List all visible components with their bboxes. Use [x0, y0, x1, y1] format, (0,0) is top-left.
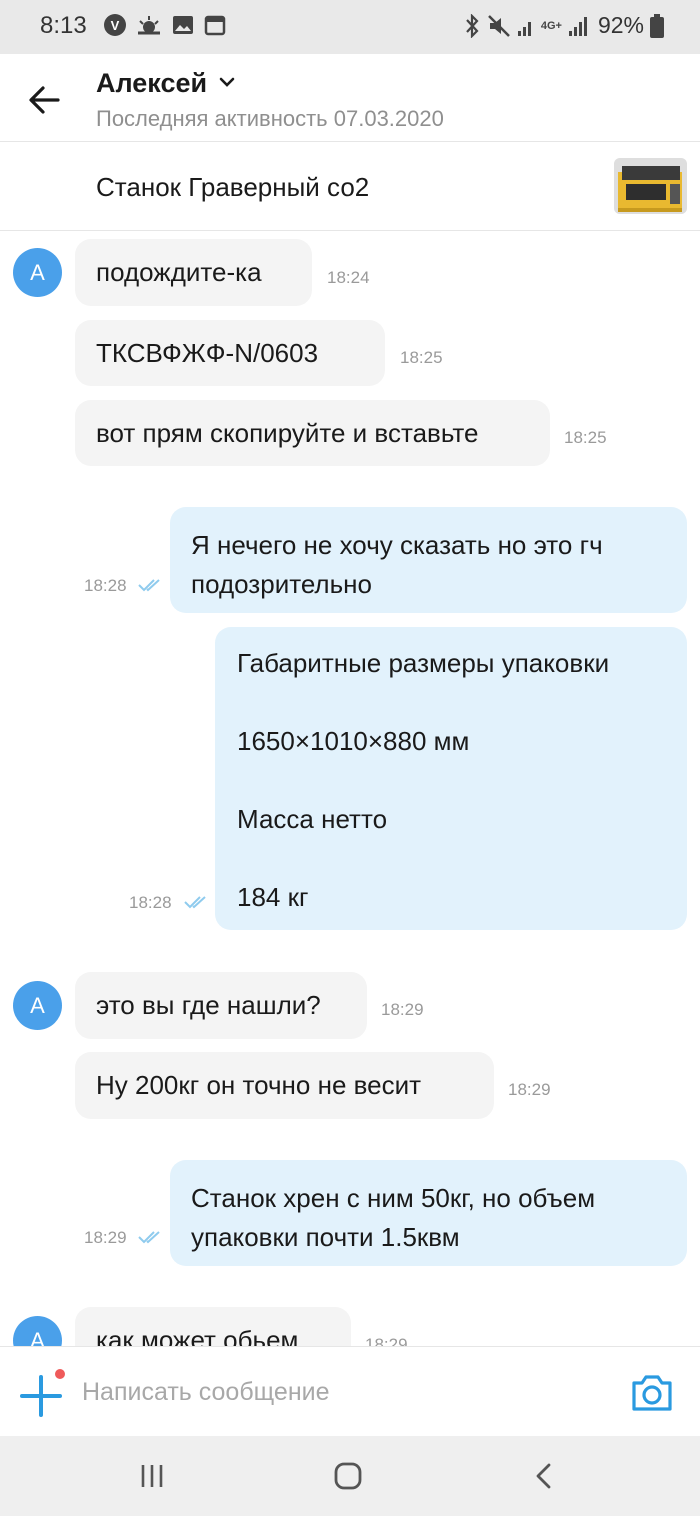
message-time: 18:29 — [508, 1080, 551, 1099]
signal-icon-2 — [568, 16, 587, 36]
message-bubble-outgoing[interactable]: Габаритные размеры упаковки 1650×1010×88… — [215, 627, 687, 930]
weather-icon — [138, 16, 160, 35]
engraver-machine-image — [614, 158, 687, 214]
camera-icon[interactable] — [630, 1373, 674, 1413]
last-active-status: Последняя активность 07.03.2020 — [96, 106, 444, 131]
battery-icon — [650, 13, 664, 38]
message-text: вот прям скопируйте и вставьте — [96, 418, 479, 448]
contact-avatar[interactable]: А — [13, 981, 62, 1030]
avatar-letter: А — [30, 992, 45, 1018]
message-time: 18:25 — [564, 428, 607, 447]
message-time: 18:24 — [327, 268, 370, 287]
avatar-letter: А — [30, 259, 45, 285]
battery-percent: 92% — [597, 12, 644, 38]
listing-card[interactable]: Станок Граверный со2 — [0, 142, 700, 231]
message-text: подождите-ка — [96, 257, 262, 287]
mute-icon — [487, 14, 510, 37]
carrier-badge-label: V — [110, 17, 120, 33]
back-button[interactable] — [24, 80, 64, 120]
message-text: это вы где нашли? — [96, 990, 321, 1020]
message-time: 18:28 — [84, 576, 127, 595]
double-check-icon — [184, 896, 206, 909]
message-time: 18:28 — [129, 893, 172, 912]
recent-apps-button[interactable] — [132, 1458, 172, 1494]
system-back-button[interactable] — [524, 1458, 564, 1494]
chat-header: Алексей Последняя активность 07.03.2020 — [0, 54, 700, 142]
arrow-left-icon — [29, 86, 60, 114]
message-time: 18:29 — [365, 1335, 408, 1346]
status-time: 8:13 — [40, 12, 87, 39]
double-check-icon — [138, 579, 160, 592]
contact-avatar[interactable]: А — [13, 1316, 62, 1346]
status-icons-left: V — [104, 14, 226, 36]
chevron-left-icon — [536, 1463, 551, 1489]
message-bubble-incoming[interactable]: ТКСВФЖФ-N/0603 — [75, 320, 385, 386]
message-time: 18:25 — [400, 348, 443, 367]
calendar-icon — [204, 15, 226, 36]
message-text: ТКСВФЖФ-N/0603 — [96, 338, 319, 368]
contact-avatar[interactable]: А — [13, 248, 62, 297]
system-nav-bar — [0, 1436, 700, 1516]
message-time: 18:29 — [381, 1000, 424, 1019]
message-text: Ну 200кг он точно не весит — [96, 1070, 422, 1100]
message-list[interactable]: А подождите-ка 18:24 ТКСВФЖФ-N/0603 18:2… — [0, 231, 700, 1346]
message-bubble-incoming[interactable]: подождите-ка — [75, 239, 312, 306]
gallery-icon — [173, 16, 193, 34]
home-button[interactable] — [328, 1458, 368, 1494]
message-bubble-outgoing[interactable]: Я нечего не хочу сказать но это гч подоз… — [170, 507, 687, 613]
avatar-letter: А — [30, 1327, 45, 1347]
signal-icon-1 — [517, 21, 531, 36]
message-bubble-incoming[interactable]: вот прям скопируйте и вставьте — [75, 400, 550, 466]
double-check-icon — [138, 1231, 160, 1244]
contact-name[interactable]: Алексей — [96, 68, 207, 99]
carrier-badge-icon: V — [104, 14, 126, 36]
message-bubble-incoming[interactable]: как может обьем — [75, 1307, 351, 1346]
message-text: Станок хрен с ним 50кг, но объем упаковк… — [191, 1183, 596, 1252]
bluetooth-icon — [466, 13, 479, 38]
home-icon — [334, 1462, 362, 1490]
message-text: как может обьем — [96, 1325, 299, 1346]
message-text: Габаритные размеры упаковки 1650×1010×88… — [237, 648, 610, 912]
recent-apps-icon — [141, 1465, 163, 1487]
listing-title[interactable]: Станок Граверный со2 — [96, 172, 369, 203]
notification-dot — [53, 1367, 67, 1381]
status-icons-right: 4G+ 92% — [463, 12, 664, 39]
chevron-down-icon[interactable] — [219, 76, 235, 88]
listing-thumbnail[interactable] — [614, 158, 687, 214]
message-text: Я нечего не хочу сказать но это гч подоз… — [191, 530, 603, 599]
message-bubble-incoming[interactable]: это вы где нашли? — [75, 972, 367, 1039]
message-time: 18:29 — [84, 1228, 127, 1247]
message-input[interactable] — [82, 1369, 602, 1415]
message-bubble-outgoing[interactable]: Станок хрен с ним 50кг, но объем упаковк… — [170, 1160, 687, 1266]
message-bubble-incoming[interactable]: Ну 200кг он точно не весит — [75, 1052, 494, 1119]
network-label: 4G+ — [540, 19, 562, 32]
message-composer — [0, 1346, 700, 1436]
status-bar: 8:13 V 4G+ 92% — [0, 0, 700, 54]
